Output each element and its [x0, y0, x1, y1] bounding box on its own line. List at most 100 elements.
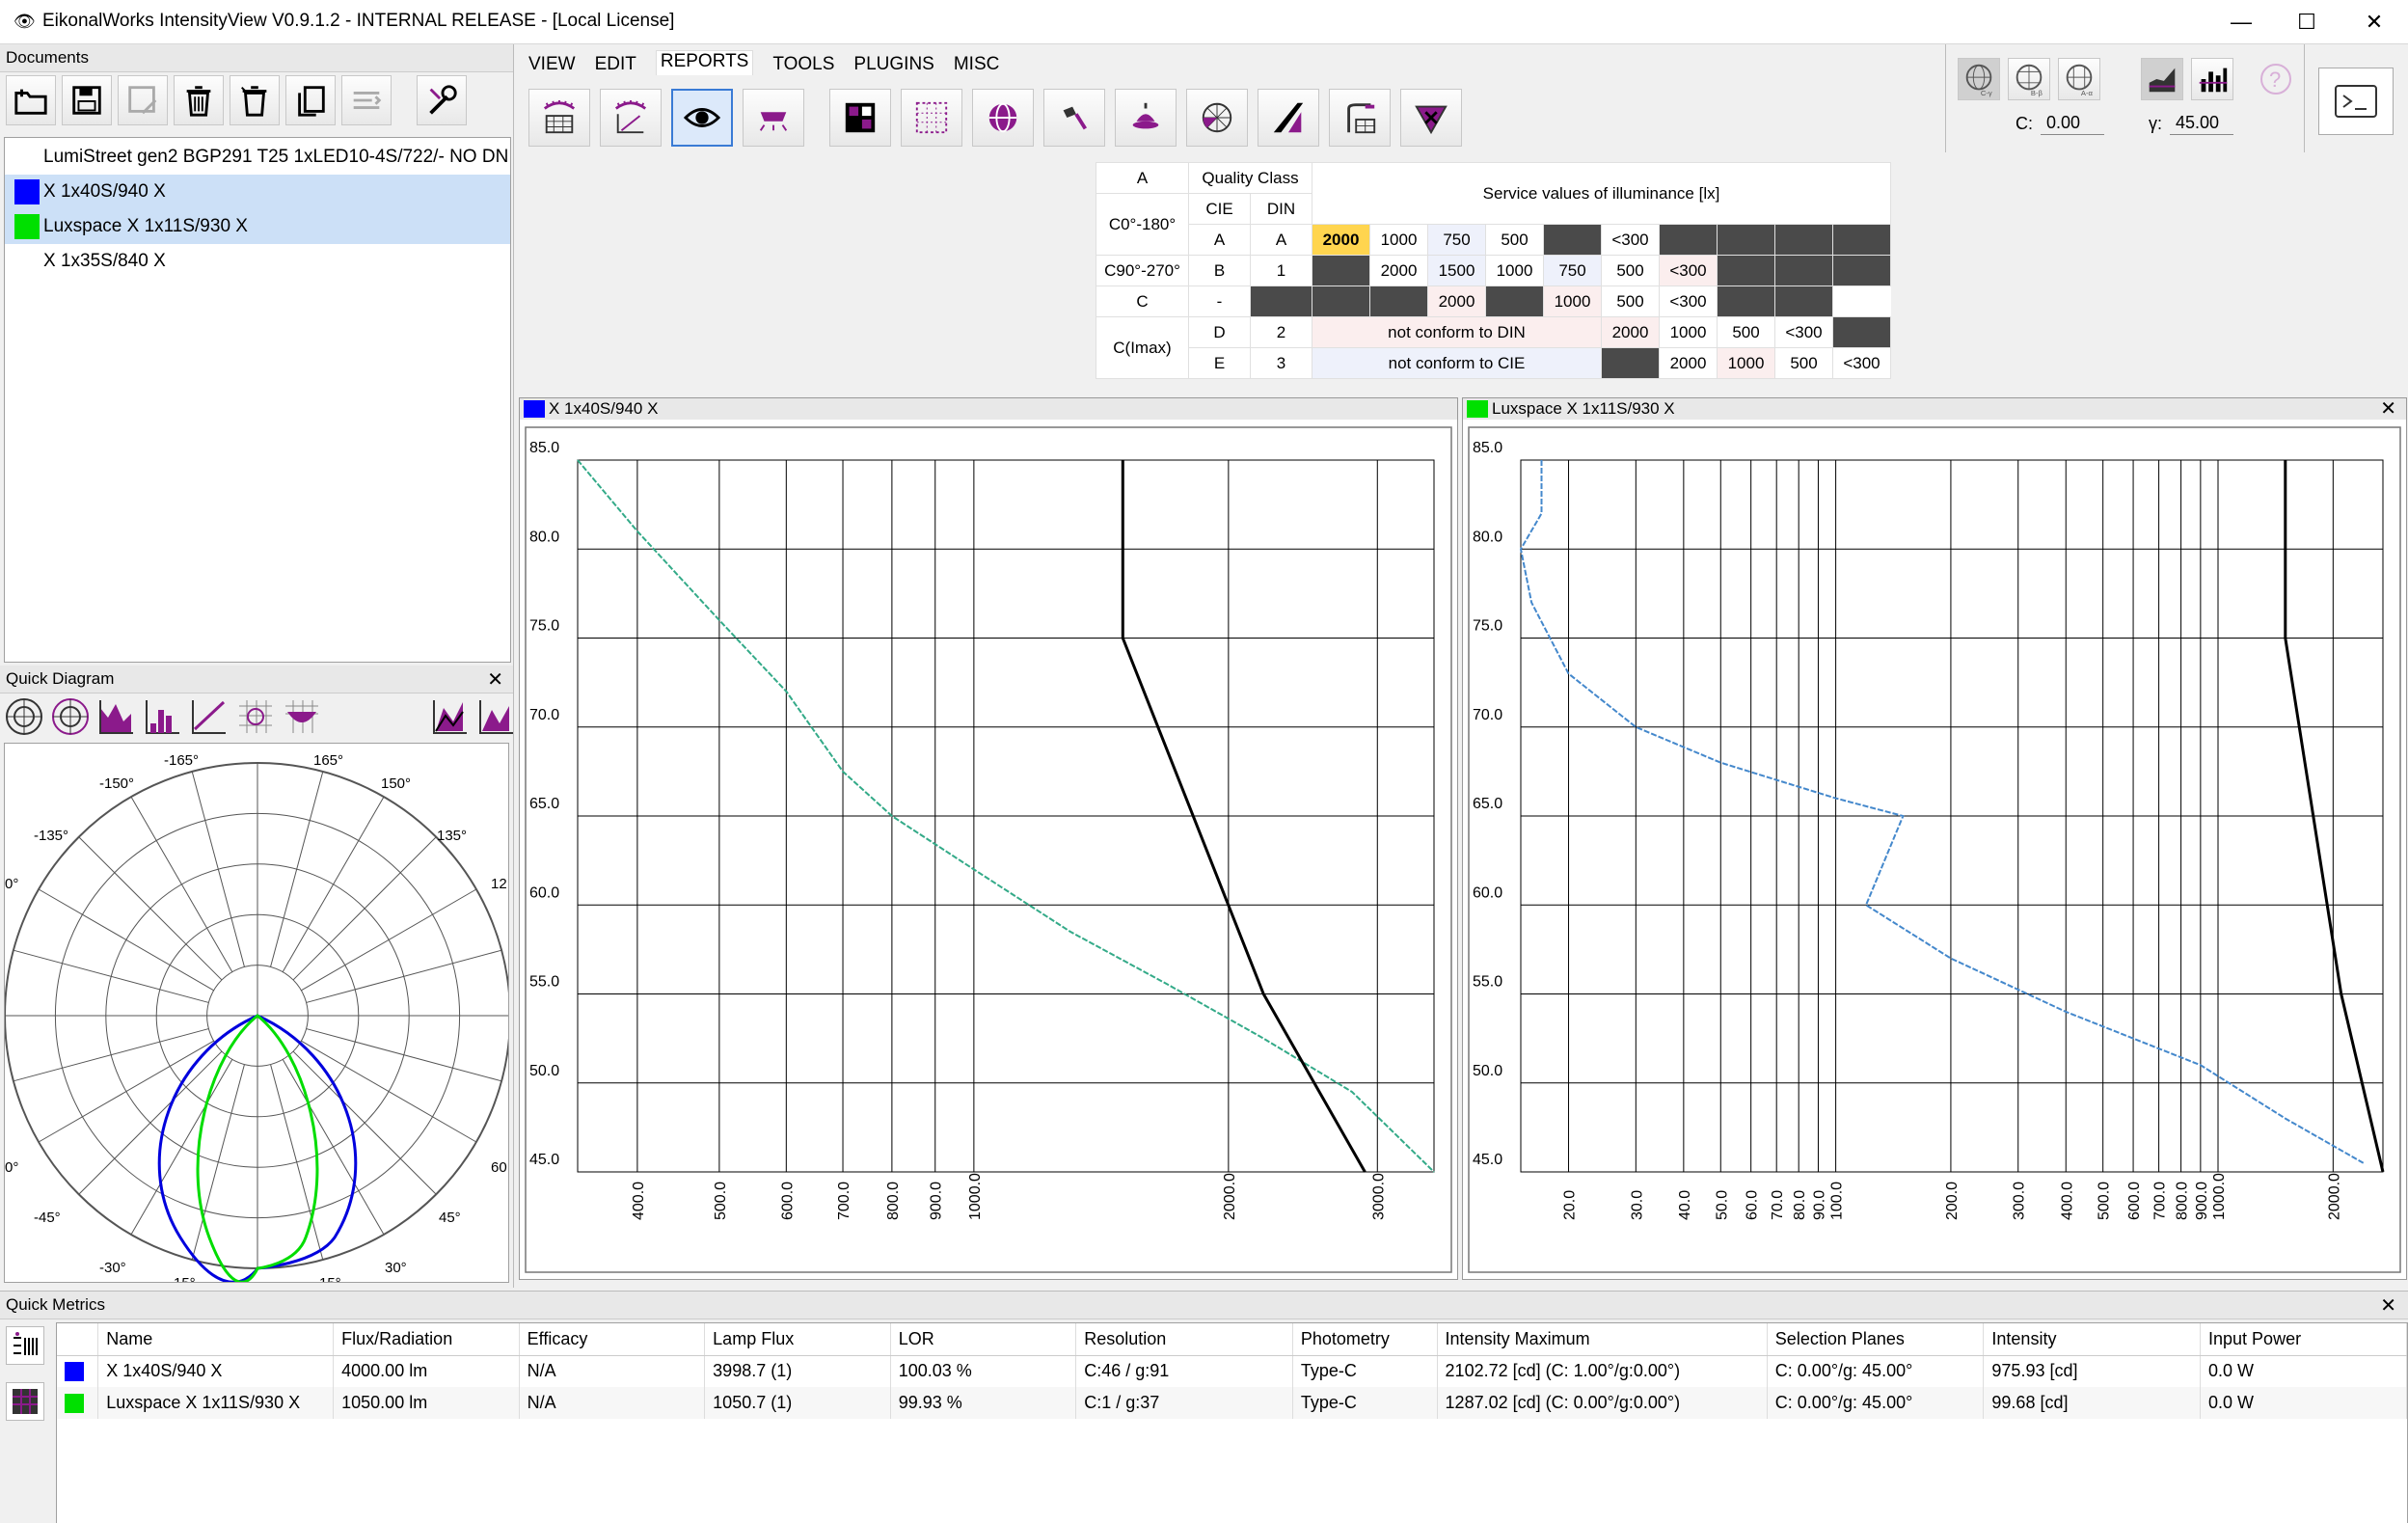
settings-wrench-button[interactable] — [417, 75, 467, 125]
table-cell: C: 0.00°/g: 45.00° — [1767, 1355, 1985, 1387]
close-metrics-icon[interactable]: ✕ — [2380, 1293, 2396, 1318]
table-row[interactable]: X 1x40S/940 X 4000.00 lm N/A 3998.7 (1) 100.… — [57, 1355, 2407, 1387]
report-street-light-button[interactable] — [1043, 89, 1105, 147]
report-luminaire-button[interactable] — [743, 89, 804, 147]
luminaire-icon — [759, 112, 788, 131]
column-header[interactable]: Intensity — [1983, 1323, 2202, 1356]
menu-tools[interactable]: TOOLS — [772, 54, 834, 75]
duplicate-button[interactable] — [285, 75, 336, 125]
illuminance-cell — [1659, 224, 1718, 256]
save-button[interactable] — [62, 75, 112, 125]
column-header[interactable]: Flux/Radiation — [333, 1323, 520, 1356]
console-button[interactable] — [2318, 68, 2394, 135]
btheta-system-button[interactable]: B-β — [2008, 58, 2050, 100]
minimize-button[interactable]: — — [2208, 0, 2274, 44]
chart-window-right: Luxspace X 1x11S/930 X ✕ 85.0 80.0 75.0 70.… — [1462, 397, 2407, 1280]
report-pole-button[interactable] — [1329, 89, 1391, 147]
column-header[interactable]: Efficacy — [519, 1323, 706, 1356]
open-folder-icon — [14, 89, 47, 115]
report-ugr-button[interactable] — [671, 89, 733, 147]
illuminance-cell: <300 — [1832, 347, 1891, 379]
polar-diagram-icon[interactable] — [4, 696, 44, 737]
maximize-button[interactable]: ☐ — [2274, 0, 2340, 44]
report-glare-table-button[interactable] — [528, 89, 590, 147]
histogram-icon[interactable] — [143, 696, 183, 737]
delete-all-button[interactable] — [230, 75, 280, 125]
menu-view[interactable]: VIEW — [528, 54, 576, 75]
cgamma-system-button[interactable]: C-γ — [1958, 58, 2000, 100]
report-globe-button[interactable] — [972, 89, 1034, 147]
quick-diagram-header: Quick Diagram ✕ — [0, 666, 513, 694]
column-header[interactable]: Photometry — [1292, 1323, 1438, 1356]
compare-curves-icon[interactable] — [430, 696, 471, 737]
close-chart-icon[interactable]: ✕ — [2380, 398, 2396, 420]
overlay-curves-icon[interactable] — [476, 696, 517, 737]
report-quality-class-button[interactable] — [829, 89, 891, 147]
menu-plugins[interactable]: PLUGINS — [853, 54, 933, 75]
document-item[interactable]: LumiStreet gen2 BGP291 T25 1xLED10-4S/72… — [5, 140, 510, 175]
illuminance-cell — [1832, 255, 1891, 286]
column-header[interactable]: LOR — [890, 1323, 1077, 1356]
merge-button[interactable] — [341, 75, 392, 125]
metrics-list-button[interactable] — [6, 1326, 44, 1365]
document-item[interactable]: X 1x40S/940 X — [5, 175, 510, 209]
x-tick-label: 600.0 — [2126, 1182, 2143, 1220]
window-title: EikonalWorks IntensityView V0.9.1.2 - IN… — [42, 11, 675, 31]
column-header[interactable]: Selection Planes — [1767, 1323, 1985, 1356]
column-header[interactable]: Input Power — [2200, 1323, 2407, 1356]
table-row[interactable]: Luxspace X 1x11S/930 X 1050.00 lm N/A 1050.… — [57, 1387, 2407, 1419]
document-color-swatch — [14, 145, 40, 170]
chart-area-button[interactable] — [2141, 58, 2183, 100]
cartesian-diagram-icon[interactable] — [96, 696, 137, 737]
line-graph-icon[interactable] — [189, 696, 230, 737]
metrics-table-button[interactable] — [6, 1382, 44, 1421]
delete-button[interactable] — [174, 75, 224, 125]
beam-shape-icon[interactable] — [282, 696, 322, 737]
series-color-swatch — [1467, 400, 1488, 418]
open-folder-button[interactable] — [6, 75, 56, 125]
polar-spoke — [306, 1028, 502, 1082]
report-highbay-button[interactable] — [1115, 89, 1177, 147]
trash-all-icon — [241, 86, 267, 117]
x-tick-label: 2000.0 — [2326, 1173, 2342, 1220]
column-header[interactable]: Intensity Maximum — [1437, 1323, 1768, 1356]
illuminance-cell: 750 — [1543, 255, 1602, 286]
svg-text:A-α: A-α — [2081, 89, 2094, 97]
x-tick-label: 80.0 — [1792, 1190, 1808, 1220]
polar-angle-label: -165° — [164, 752, 199, 769]
close-panel-icon[interactable]: ✕ — [487, 667, 503, 692]
dotted-grid-icon — [915, 101, 948, 134]
menu-edit[interactable]: EDIT — [595, 54, 636, 75]
save-as-button[interactable] — [118, 75, 168, 125]
document-item[interactable]: Luxspace X 1x11S/930 X — [5, 209, 510, 244]
table-cell: Type-C — [1292, 1355, 1438, 1387]
column-header[interactable]: Resolution — [1075, 1323, 1293, 1356]
report-polar-sector-button[interactable] — [1186, 89, 1248, 147]
column-header[interactable]: Name — [97, 1323, 335, 1356]
bar-chart-icon — [2199, 68, 2228, 93]
eye-icon — [684, 108, 720, 127]
pole-table-icon — [1347, 103, 1376, 134]
help-button[interactable]: ? — [2255, 58, 2297, 100]
documents-toolbar — [6, 75, 467, 125]
report-reject-button[interactable] — [1400, 89, 1462, 147]
report-glare-grid-button[interactable] — [600, 89, 662, 147]
aalpha-system-button[interactable]: A-α — [2058, 58, 2100, 100]
menu-misc[interactable]: MISC — [954, 54, 1000, 75]
illuminance-cell: 2000 — [1427, 286, 1486, 317]
report-road-button[interactable] — [1258, 89, 1319, 147]
din-class-cell: A — [1250, 224, 1312, 256]
gamma-angle-input[interactable] — [2170, 112, 2234, 135]
report-dotted-grid-button[interactable] — [901, 89, 962, 147]
polar-cartesian-icon[interactable] — [50, 696, 91, 737]
column-header[interactable]: Lamp Flux — [704, 1323, 891, 1356]
c-angle-input[interactable] — [2041, 112, 2104, 135]
close-button[interactable]: ✕ — [2341, 0, 2407, 44]
menu-reports[interactable]: REPORTS — [655, 50, 754, 75]
polar-spoke — [306, 949, 502, 1003]
chart-bar-button[interactable] — [2191, 58, 2233, 100]
isolux-grid-icon[interactable] — [235, 696, 276, 737]
y-tick-label: 65.0 — [529, 796, 559, 812]
document-item[interactable]: X 1x35S/840 X — [5, 244, 510, 279]
document-label: Luxspace X 1x11S/930 X — [43, 216, 248, 236]
